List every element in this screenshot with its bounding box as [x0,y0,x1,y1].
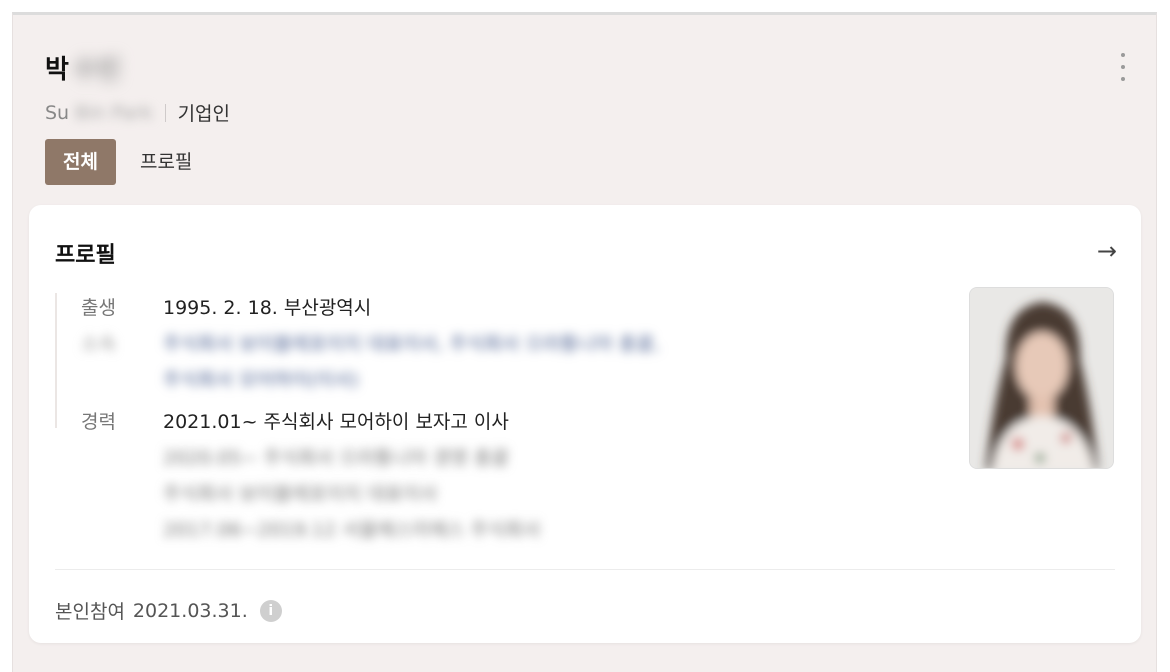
more-options-icon[interactable] [1116,53,1130,81]
profile-panel: 박 수빈 Su Bin Park 기업인 전체 프로필 프로필 → 출생 199… [12,12,1157,672]
footer-label: 본인참여 [55,601,125,623]
name-visible: 박 [45,55,69,85]
person-name: 박 수빈 [45,49,121,86]
footer-date: 2021.03.31. [132,599,248,622]
tab-bar: 전체 프로필 [45,139,210,185]
birth-value: 1995. 2. 18. 부산광역시 [163,297,372,319]
career-line: 2020.05~ 주식회사 으라통니아 경영 총괄 [163,447,509,469]
arrow-right-icon[interactable]: → [1097,237,1117,265]
info-icon[interactable]: i [259,599,282,622]
career-line: 2017.06~2019.12 서울에스미에스 주식회사 [163,519,541,541]
person-photo-icon [970,288,1113,468]
subtitle-row: Su Bin Park 기업인 [45,99,230,126]
english-name: Su [45,101,70,124]
affiliation-label: 소속 [81,333,116,355]
profile-photo[interactable] [969,287,1114,469]
career-label: 경력 [81,411,116,433]
english-name-blurred: Bin Park [75,101,153,124]
role-label: 기업인 [177,103,231,125]
career-line: 2021.01~ 주식회사 모어하이 보자고 이사 [163,411,509,433]
tab-all[interactable]: 전체 [45,139,116,185]
card-title: 프로필 [55,243,116,268]
affiliation-line[interactable]: 주식회사 모어하이(이사) [163,365,359,392]
name-blurred: 수빈 [72,55,121,85]
affiliation-line[interactable]: 주식회사 보이블레포이지 대표이사, 주식회사 으라통니아 총괄, [163,329,660,356]
footer-row: 본인참여 2021.03.31. i [55,597,282,624]
career-line: 주식회사 보이블레포이지 대표이사 [163,483,438,505]
birth-label: 출생 [81,297,116,319]
divider [164,103,166,122]
tab-profile[interactable]: 프로필 [122,139,210,185]
section-line [55,293,57,428]
card-divider [55,569,1115,570]
profile-card: 프로필 → 출생 1995. 2. 18. 부산광역시 소속 주식회사 보이블레… [29,205,1141,643]
